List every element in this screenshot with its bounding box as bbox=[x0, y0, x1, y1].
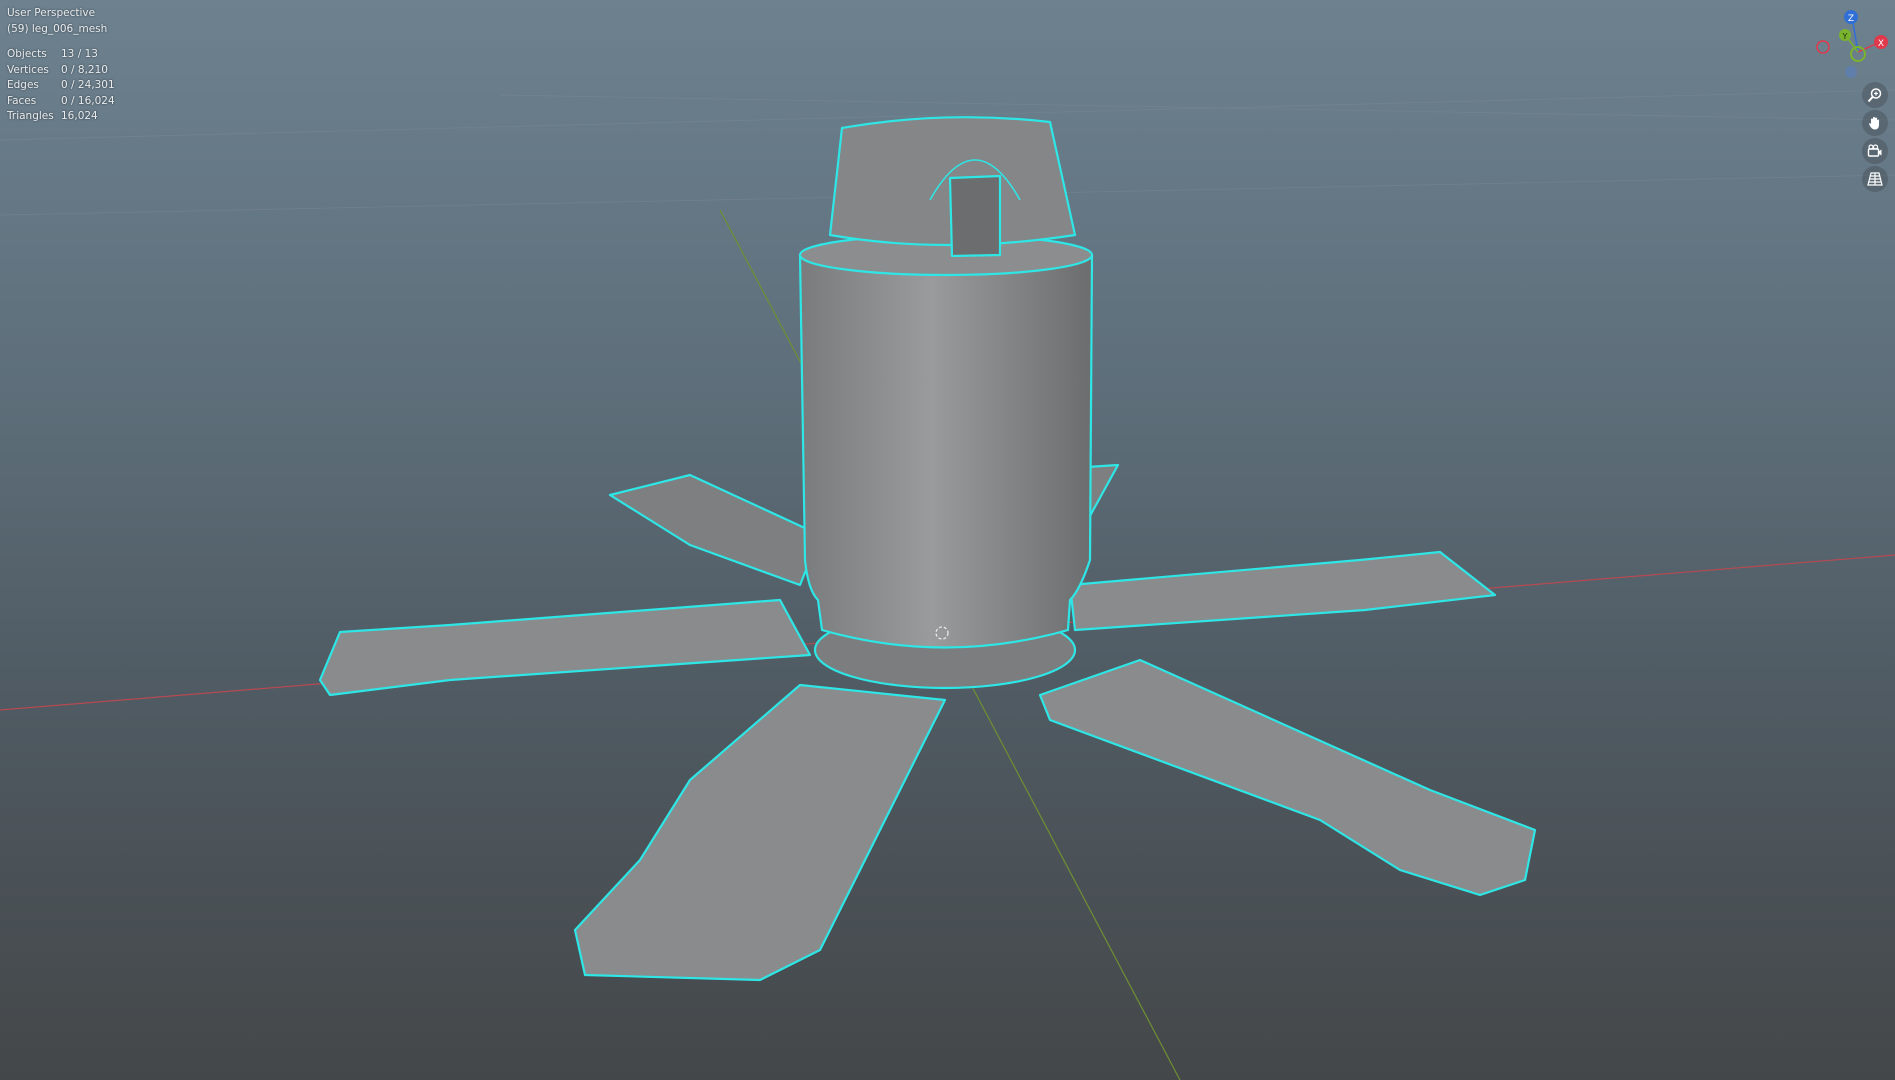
viewport-overlay: User Perspective (59) leg_006_mesh Objec… bbox=[7, 6, 115, 125]
gizmo-z-label: Z bbox=[1848, 14, 1854, 24]
navigation-gizmo[interactable]: Z X Y bbox=[1816, 10, 1888, 78]
leg-back-left[interactable] bbox=[608, 473, 822, 587]
leg-front-right[interactable] bbox=[1038, 658, 1537, 897]
main-body[interactable] bbox=[798, 236, 1094, 649]
stat-faces: Faces 0 / 16,024 bbox=[7, 94, 115, 107]
camera-view-button[interactable] bbox=[1862, 138, 1888, 164]
gizmo-x-label: X bbox=[1878, 39, 1884, 49]
zoom-button[interactable] bbox=[1862, 82, 1888, 108]
view-name: User Perspective bbox=[7, 7, 96, 19]
hatch[interactable] bbox=[948, 174, 1002, 258]
active-object-name: (59) leg_006_mesh bbox=[7, 22, 108, 35]
pan-button[interactable] bbox=[1862, 110, 1888, 136]
grid-icon bbox=[1867, 172, 1883, 186]
gizmo-neg-z[interactable] bbox=[1845, 66, 1857, 78]
leg-left[interactable] bbox=[318, 598, 812, 697]
stat-edges: Edges 0 / 24,301 bbox=[7, 79, 115, 91]
stat-vertices: Vertices 0 / 8,210 bbox=[7, 63, 108, 76]
3d-viewport[interactable]: Z X Y bbox=[0, 0, 1895, 1080]
leg-right[interactable] bbox=[1068, 550, 1497, 632]
stat-objects: Objects 13 / 13 bbox=[7, 48, 98, 60]
gizmo-neg-x[interactable] bbox=[1816, 40, 1830, 54]
stat-triangles: Triangles 16,024 bbox=[7, 110, 98, 122]
lander-mesh[interactable] bbox=[318, 116, 1537, 982]
camera-icon bbox=[1867, 144, 1882, 157]
leg-front-left[interactable] bbox=[573, 683, 947, 982]
pan-hand-icon bbox=[1869, 117, 1879, 130]
perspective-toggle-button[interactable] bbox=[1862, 166, 1888, 192]
zoom-icon bbox=[1867, 88, 1882, 103]
gizmo-y-label: Y bbox=[1842, 32, 1848, 41]
